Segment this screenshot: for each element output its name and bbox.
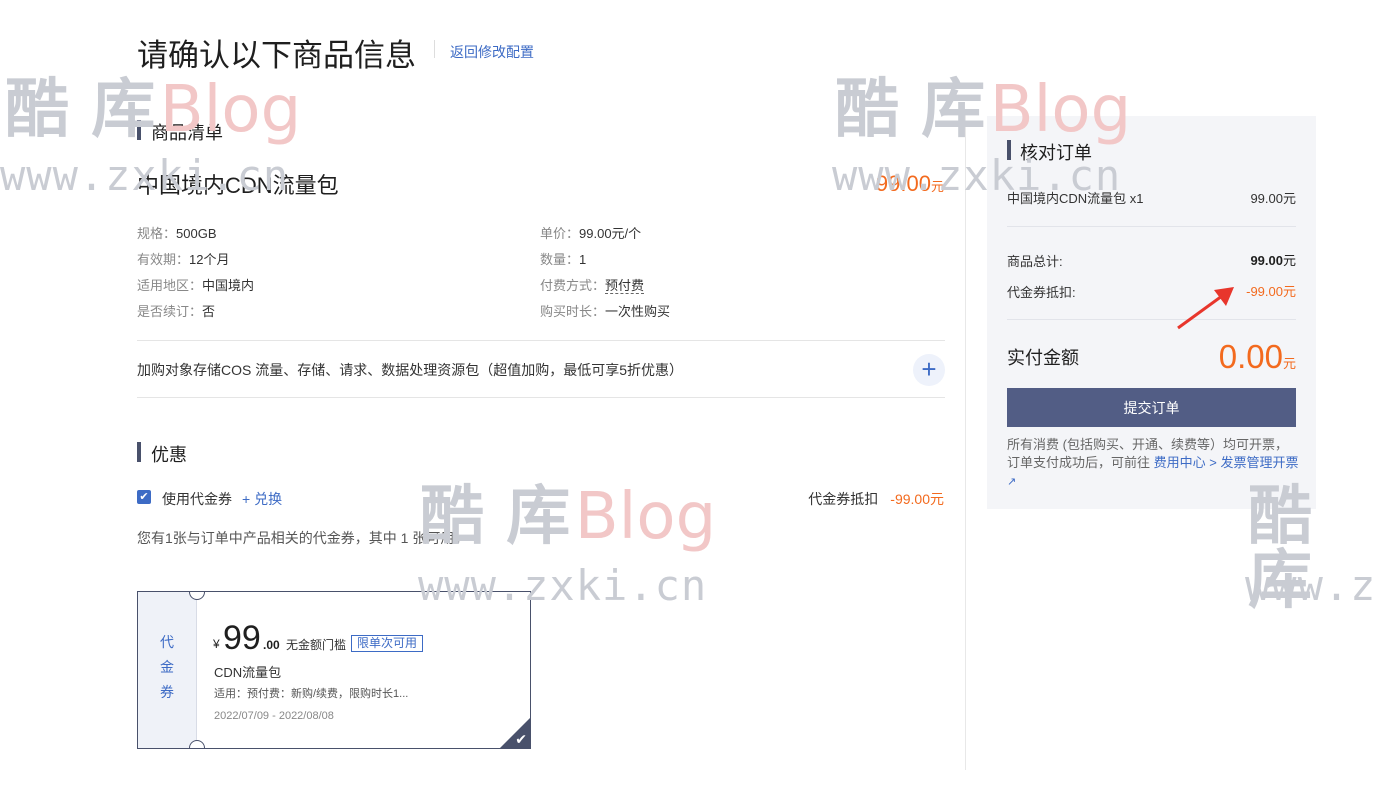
spec-value: 中国境内 xyxy=(202,278,255,293)
divider xyxy=(1007,319,1296,320)
pay-amount-unit: 元 xyxy=(1282,356,1296,371)
spec-key: 适用地区： xyxy=(137,278,203,293)
pay-amount-label: 实付金额 xyxy=(1007,348,1079,368)
spec-payment-method: 付费方式：预付费 xyxy=(540,275,645,294)
spec-key: 数量： xyxy=(540,252,580,267)
voucher-date-range: 2022/07/09 - 2022/08/08 xyxy=(214,710,334,722)
divider xyxy=(137,397,945,398)
watermark: www.z xyxy=(1245,565,1376,607)
watermark-cn: 酷 库 xyxy=(835,73,986,147)
arrow-head xyxy=(1214,287,1234,306)
voucher-side-char: 券 xyxy=(160,684,174,700)
voucher-threshold: 无金额门槛 xyxy=(286,638,347,652)
exchange-voucher-link[interactable]: + 兑换 xyxy=(242,489,282,509)
voucher-deduct-label: 代金券抵扣 xyxy=(808,491,879,507)
spec-key: 单价： xyxy=(540,226,580,241)
order-summary-panel: 核对订单 中国境内CDN流量包 x1 99.00元 商品总计: 99.00元 代… xyxy=(987,116,1316,509)
product-price-unit: 元 xyxy=(930,179,944,194)
spec-value: 否 xyxy=(202,304,216,319)
product-price: 99.00元 xyxy=(876,171,944,197)
order-summary-title: 核对订单 xyxy=(1020,143,1092,163)
divider xyxy=(137,340,945,341)
spec-key: 有效期： xyxy=(137,252,190,267)
page-title: 请确认以下商品信息 xyxy=(137,38,416,73)
spec-key: 付费方式： xyxy=(540,278,606,293)
pay-amount-number: 0.00 xyxy=(1218,338,1283,375)
arrow-shaft xyxy=(1177,294,1223,330)
column-divider xyxy=(965,115,966,770)
order-item-price: 99.00元 xyxy=(1250,191,1296,206)
addon-cos-text: 加购对象存储COS 流量、存储、请求、数据处理资源包（超值加购，最低可享5折优惠… xyxy=(137,362,684,378)
order-voucher-label: 代金券抵扣: xyxy=(1007,285,1076,300)
spec-value: 一次性购买 xyxy=(605,304,671,319)
watermark-url-partial: www.z xyxy=(1245,561,1377,610)
voucher-amount-decimal: .00 xyxy=(263,638,280,652)
spec-key: 规格： xyxy=(137,226,177,241)
spec-size: 规格：500GB xyxy=(137,223,217,242)
payment-method-tooltip[interactable]: 预付费 xyxy=(605,278,645,294)
spec-unit-price: 单价：99.00元/个 xyxy=(540,223,641,242)
watermark-cn: 酷 库 xyxy=(5,73,156,147)
product-price-value: 99.00 xyxy=(875,171,931,196)
annotation-arrow-icon xyxy=(1177,287,1234,330)
order-item-name: 中国境内CDN流量包 x1 xyxy=(1007,191,1144,206)
section-marker xyxy=(137,120,141,140)
spec-quantity: 数量：1 xyxy=(540,249,586,268)
spec-value: 12个月 xyxy=(189,252,230,267)
spec-value: 99.00元/个 xyxy=(579,226,642,241)
order-total-unit: 元 xyxy=(1282,253,1296,268)
voucher-card-side: 代 金 券 xyxy=(138,592,197,748)
voucher-amount: 99 xyxy=(223,619,261,657)
spec-key: 购买时长： xyxy=(540,304,606,319)
spec-renewal: 是否续订：否 xyxy=(137,301,215,320)
invoice-link-text[interactable]: 费用中心 > 发票管理开票 xyxy=(1154,455,1299,470)
voucher-name: CDN流量包 xyxy=(214,665,282,680)
invoice-note: 所有消费 (包括购买、开通、续费等）均可开票，订单支付成功后，可前往 费用中心 … xyxy=(1007,436,1299,491)
voucher-selected-check-icon: ✔ xyxy=(515,731,527,747)
spec-region: 适用地区：中国境内 xyxy=(137,275,254,294)
section-marker xyxy=(1007,140,1011,160)
voucher-deduct-row: 代金券抵扣 -99.00元 xyxy=(808,489,944,509)
spec-value: 1 xyxy=(579,252,587,267)
order-total-label: 商品总计: xyxy=(1007,254,1063,269)
voucher-usage-tag: 限单次可用 xyxy=(351,635,424,652)
pay-amount-value: 0.00元 xyxy=(1219,338,1296,376)
spec-value: 500GB xyxy=(176,226,217,241)
watermark-blog: Blog xyxy=(574,480,717,554)
voucher-deduct-value: -99.00元 xyxy=(890,491,944,507)
section-marker xyxy=(137,442,141,462)
spec-validity: 有效期：12个月 xyxy=(137,249,229,268)
voucher-side-char: 代 xyxy=(160,634,174,650)
voucher-side-char: 金 xyxy=(160,659,174,675)
spec-key: 是否续订： xyxy=(137,304,203,319)
voucher-notch xyxy=(189,740,205,748)
title-divider xyxy=(434,40,435,58)
voucher-card[interactable]: 代 金 券 ¥ 99 .00 无金额门槛 限单次可用 CDN流量包 适用：预付费… xyxy=(137,591,531,749)
use-voucher-label[interactable]: 使用代金券 xyxy=(162,489,232,509)
spec-duration: 购买时长：一次性购买 xyxy=(540,301,670,320)
product-section-title: 商品清单 xyxy=(151,123,223,143)
submit-order-button[interactable]: 提交订单 xyxy=(1007,388,1296,427)
use-voucher-checkbox[interactable]: ✔ xyxy=(137,490,151,504)
order-voucher-value: -99.00元 xyxy=(1246,284,1296,299)
add-addon-button[interactable]: + xyxy=(913,354,945,386)
order-total-value: 99.00元 xyxy=(1250,250,1296,269)
order-total-amount: 99.00 xyxy=(1250,253,1283,268)
divider xyxy=(1007,226,1296,227)
discount-section-title: 优惠 xyxy=(151,445,187,465)
voucher-description: 适用：预付费：新购/续费，限购时长1... xyxy=(214,688,409,700)
external-link-icon: ↗ xyxy=(1007,476,1017,488)
voucher-count-text: 您有1张与订单中产品相关的代金券，其中 1 张可用。 xyxy=(137,530,469,546)
back-to-config-link[interactable]: 返回修改配置 xyxy=(450,42,534,62)
voucher-currency: ¥ xyxy=(213,637,220,651)
product-name: 中国境内CDN流量包 xyxy=(137,173,339,198)
